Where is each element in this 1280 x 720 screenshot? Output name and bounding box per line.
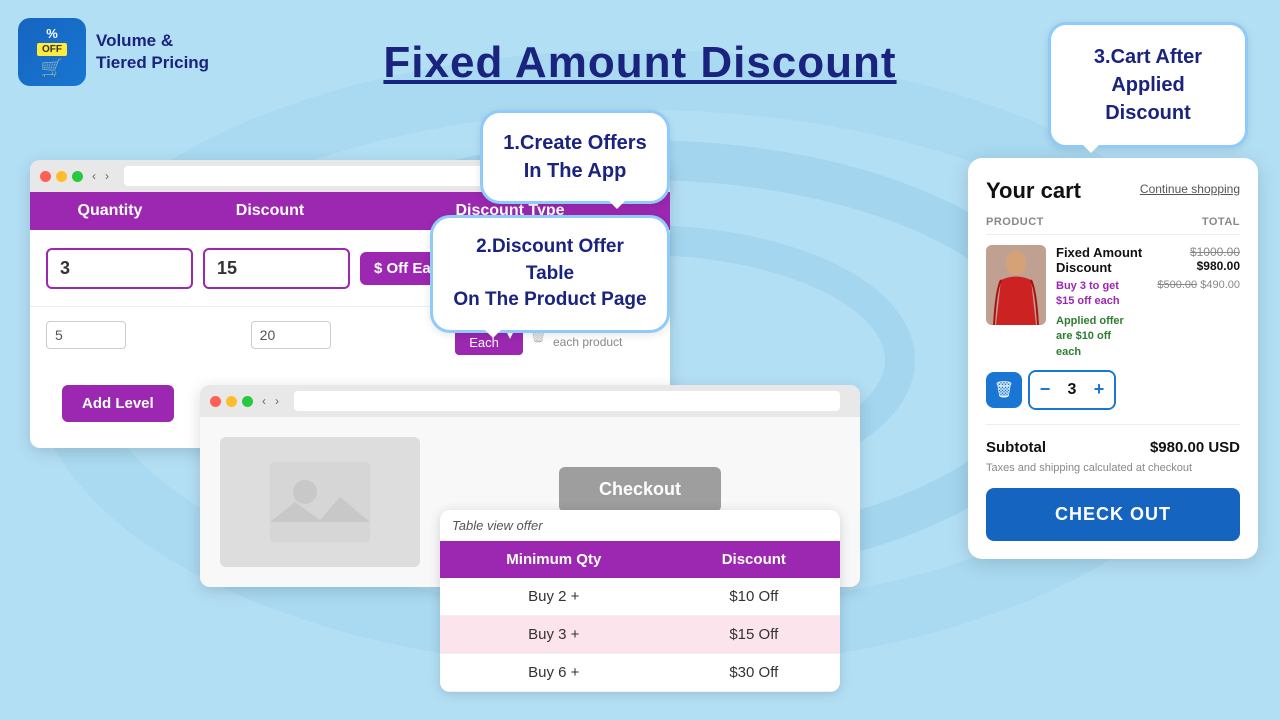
bubble-3-text: 3.Cart AfterApplied Discount xyxy=(1094,46,1202,124)
logo-cart-icon: 🛒 xyxy=(41,58,63,79)
cart-divider xyxy=(986,424,1240,425)
cart-qty-controls: − 3 + xyxy=(1028,370,1116,410)
offer-discount-1: $10 Off xyxy=(668,578,840,616)
logo-line1: Volume & xyxy=(96,31,173,50)
offer-qty-3: Buy 6 + xyxy=(440,654,668,692)
cart-col-headers: PRODUCT TOTAL xyxy=(986,216,1240,235)
cart-product-image xyxy=(986,245,1046,325)
cart-title: Your cart xyxy=(986,178,1081,204)
url-bar-2 xyxy=(294,391,840,411)
cart-subtotal-value: $980.00 USD xyxy=(1150,439,1240,456)
col-qty-header: Quantity xyxy=(30,192,190,230)
bubble-2-text: 2.Discount Offer TableOn The Product Pag… xyxy=(453,236,646,310)
cart-price-sale-2: $490.00 xyxy=(1200,279,1240,291)
cart-price-right: $1000.00 $980.00 $500.00 $490.00 xyxy=(1157,245,1240,291)
cart-tax-note: Taxes and shipping calculated at checkou… xyxy=(986,462,1240,474)
logo-box: % OFF 🛒 xyxy=(18,18,86,86)
nav-forward-2[interactable]: › xyxy=(275,394,279,408)
discount-input-2[interactable] xyxy=(251,321,331,349)
titlebar-2: ‹ › xyxy=(200,385,860,417)
col-product-label: PRODUCT xyxy=(986,216,1044,228)
nav-forward-1[interactable]: › xyxy=(105,169,109,183)
cart-product-section: Fixed AmountDiscount Buy 3 to get$15 off… xyxy=(986,245,1240,360)
bubble-1-text: 1.Create OffersIn The App xyxy=(503,132,646,182)
offer-table-title: Table view offer xyxy=(440,510,840,541)
offer-qty-1: Buy 2 + xyxy=(440,578,668,616)
logo-off: OFF xyxy=(37,43,67,56)
offer-row-1: Buy 2 + $10 Off xyxy=(440,578,840,616)
logo-line2: Tiered Pricing xyxy=(96,53,209,72)
cart-offer-text: Buy 3 to get$15 off each xyxy=(1056,279,1147,310)
dot-red-2 xyxy=(210,396,221,407)
dot-yellow-2 xyxy=(226,396,237,407)
dot-green-2 xyxy=(242,396,253,407)
offer-row-3: Buy 6 + $30 Off xyxy=(440,654,840,692)
dot-red-1 xyxy=(40,171,51,182)
cart-subtotal-row: Subtotal $980.00 USD xyxy=(986,439,1240,456)
cart-applied-text: Applied offerare $10 offeach xyxy=(1056,314,1147,360)
offer-col-discount-header: Discount xyxy=(668,541,840,578)
cart-delete-button[interactable]: 🗑 xyxy=(986,372,1022,408)
offer-col-qty-header: Minimum Qty xyxy=(440,541,668,578)
cart-qty-value: 3 xyxy=(1060,381,1084,399)
col-total-label: TOTAL xyxy=(1202,216,1240,228)
offer-row-2: Buy 3 + $15 Off xyxy=(440,616,840,654)
checkout-button[interactable]: Checkout xyxy=(559,467,721,512)
cart-second-prices: $500.00 $490.00 xyxy=(1157,279,1240,291)
nav-back-1[interactable]: ‹ xyxy=(92,169,96,183)
cart-product-name: Fixed AmountDiscount xyxy=(1056,245,1147,275)
col-discount-header: Discount xyxy=(190,192,350,230)
product-image-placeholder xyxy=(220,437,420,567)
offer-discount-3: $30 Off xyxy=(668,654,840,692)
bubble-1: 1.Create OffersIn The App xyxy=(480,110,670,204)
add-level-button[interactable]: Add Level xyxy=(62,385,174,422)
bubble-2: 2.Discount Offer TableOn The Product Pag… xyxy=(430,215,670,333)
cart-qty-row: 🗑 − 3 + xyxy=(986,370,1240,410)
cart-product-info: Fixed AmountDiscount Buy 3 to get$15 off… xyxy=(1056,245,1147,360)
cart-header: Your cart Continue shopping xyxy=(986,178,1240,204)
offer-discount-2: $15 Off xyxy=(668,616,840,654)
cart-qty-plus[interactable]: + xyxy=(1084,372,1114,408)
cart-price-original-2: $500.00 xyxy=(1157,279,1197,291)
offer-table-panel: Table view offer Minimum Qty Discount Bu… xyxy=(440,510,840,692)
cart-qty-minus[interactable]: − xyxy=(1030,372,1060,408)
discount-input-1[interactable] xyxy=(203,248,350,289)
continue-shopping-link[interactable]: Continue shopping xyxy=(1140,182,1240,196)
page-wrapper: % OFF 🛒 Volume & Tiered Pricing Fixed Am… xyxy=(0,0,1280,720)
cart-panel: Your cart Continue shopping PRODUCT TOTA… xyxy=(968,158,1258,559)
header: % OFF 🛒 Volume & Tiered Pricing xyxy=(18,18,209,86)
cart-original-price-right: $1000.00 xyxy=(1190,245,1240,259)
nav-back-2[interactable]: ‹ xyxy=(262,394,266,408)
logo-percent: % xyxy=(46,26,58,41)
dot-green-1 xyxy=(72,171,83,182)
offer-qty-2: Buy 3 + xyxy=(440,616,668,654)
cart-sale-price-right: $980.00 xyxy=(1197,259,1240,273)
cart-subtotal-label: Subtotal xyxy=(986,439,1046,456)
offer-table: Minimum Qty Discount Buy 2 + $10 Off Buy… xyxy=(440,541,840,692)
qty-input-1[interactable] xyxy=(46,248,193,289)
checkout-cta-button[interactable]: CHECK OUT xyxy=(986,488,1240,541)
logo-text: Volume & Tiered Pricing xyxy=(96,30,209,74)
dot-yellow-1 xyxy=(56,171,67,182)
qty-input-2[interactable] xyxy=(46,321,126,349)
main-title: Fixed Amount Discount xyxy=(383,38,896,88)
bubble-3: 3.Cart AfterApplied Discount xyxy=(1048,22,1248,148)
